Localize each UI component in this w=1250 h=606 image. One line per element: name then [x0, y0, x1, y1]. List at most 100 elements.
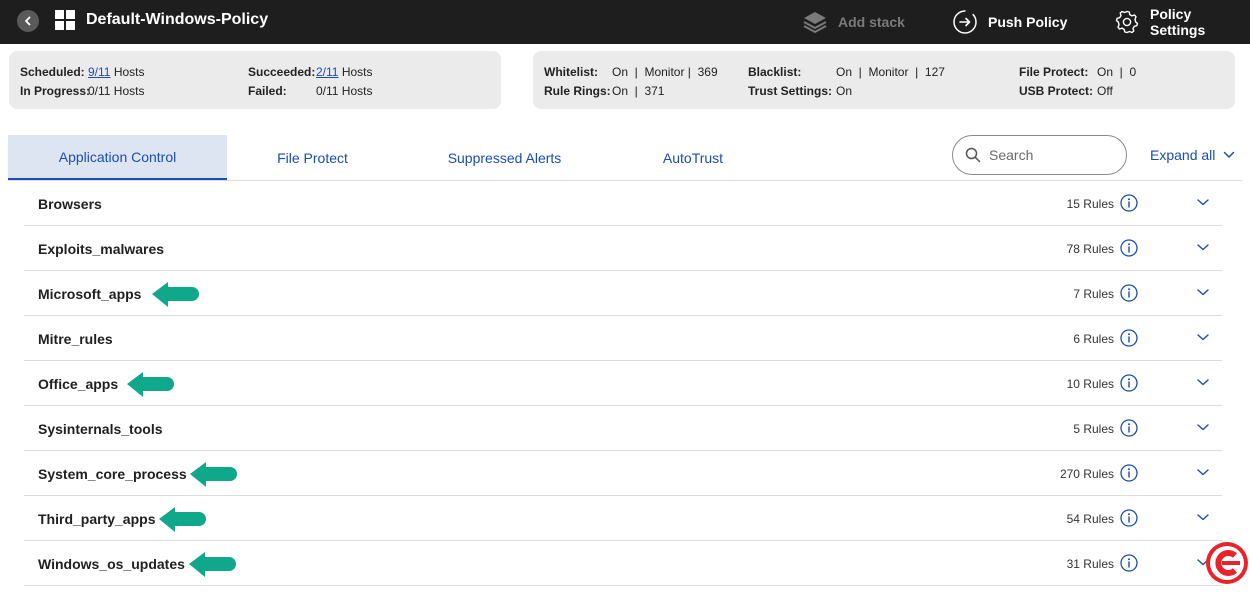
highlight-arrow-icon	[189, 552, 236, 577]
rule-group-name: Third_party_apps	[38, 511, 156, 527]
chevron-down-icon[interactable]	[1196, 422, 1210, 432]
rule-count: 54 Rules	[1066, 512, 1114, 526]
push-arrow-icon	[952, 9, 978, 35]
info-icon[interactable]	[1120, 374, 1138, 392]
chevron-down-icon[interactable]	[1196, 512, 1210, 522]
chevron-down-icon[interactable]	[1196, 377, 1210, 387]
usb-protect-label: USB Protect:	[1019, 84, 1094, 98]
whitelist-value: On | Monitor | 369	[612, 65, 718, 79]
scheduled-hosts-link[interactable]: 9/11	[88, 65, 110, 79]
highlight-arrow-icon	[152, 282, 199, 307]
search-box[interactable]	[952, 135, 1127, 175]
gear-icon	[1114, 9, 1140, 35]
back-button[interactable]	[17, 10, 39, 32]
info-icon[interactable]	[1120, 194, 1138, 212]
rule-count: 7 Rules	[1073, 287, 1114, 301]
file-protect-value: On | 0	[1097, 65, 1137, 79]
page-title: Default-Windows-Policy	[86, 11, 269, 28]
blacklist-value: On | Monitor | 127	[836, 65, 945, 79]
file-protect-label: File Protect:	[1019, 65, 1089, 79]
tab-autotrust[interactable]: AutoTrust	[611, 135, 775, 180]
add-stack-label: Add stack	[838, 14, 905, 30]
rule-group-name: Windows_os_updates	[38, 556, 185, 572]
rule-group-name: Sysinternals_tools	[38, 421, 163, 437]
chevron-left-icon	[25, 16, 31, 26]
failed-label: Failed:	[248, 84, 287, 98]
rule-group-windows-os-updates[interactable]: Windows_os_updates 31 Rules	[24, 541, 1222, 586]
chevron-down-icon[interactable]	[1196, 467, 1210, 477]
rule-count: 270 Rules	[1059, 467, 1114, 481]
rule-count: 78 Rules	[1066, 242, 1114, 256]
expand-all-label: Expand all	[1150, 147, 1216, 163]
chevron-down-icon[interactable]	[1196, 287, 1210, 297]
rule-group-browsers[interactable]: Browsers 15 Rules	[24, 181, 1222, 226]
scheduled-label: Scheduled:	[20, 65, 85, 79]
deployment-status-panel: Scheduled: 9/11 Hosts In Progress: 0/11 …	[9, 51, 501, 109]
rule-rings-value: On | 371	[612, 84, 665, 98]
chevron-down-icon[interactable]	[1196, 197, 1210, 207]
scheduled-suffix: Hosts	[113, 65, 145, 79]
rule-group-name: Office_apps	[38, 376, 119, 392]
search-icon	[965, 147, 981, 163]
info-icon[interactable]	[1120, 509, 1138, 527]
add-stack-button[interactable]: Add stack	[802, 0, 905, 44]
highlight-arrow-icon	[127, 372, 174, 397]
rule-group-mitre-rules[interactable]: Mitre_rules 6 Rules	[24, 316, 1222, 361]
blacklist-label: Blacklist:	[748, 65, 802, 79]
rule-group-name: Browsers	[38, 196, 102, 212]
trust-settings-value: On	[836, 84, 853, 98]
succeeded-suffix: Hosts	[341, 65, 373, 79]
rule-count: 5 Rules	[1073, 422, 1114, 436]
rule-group-sysinternals-tools[interactable]: Sysinternals_tools 5 Rules	[24, 406, 1222, 451]
rule-group-name: System_core_process	[38, 466, 187, 482]
rule-count: 10 Rules	[1066, 377, 1114, 391]
windows-logo-icon	[55, 10, 75, 30]
succeeded-value: 2/11 Hosts	[316, 65, 373, 79]
policy-settings-label: Policy Settings	[1150, 6, 1206, 38]
tab-suppressed-alerts[interactable]: Suppressed Alerts	[398, 135, 611, 180]
info-icon[interactable]	[1120, 239, 1138, 257]
rule-group-microsoft-apps[interactable]: Microsoft_apps 7 Rules	[24, 271, 1222, 316]
info-icon[interactable]	[1120, 554, 1138, 572]
tab-file-protect[interactable]: File Protect	[227, 135, 398, 180]
stack-icon	[802, 10, 828, 34]
scheduled-value: 9/11 Hosts	[88, 65, 145, 79]
rule-group-name: Exploits_malwares	[38, 241, 165, 257]
push-policy-label: Push Policy	[988, 14, 1068, 30]
rule-group-name: Microsoft_apps	[38, 286, 142, 302]
whitelist-label: Whitelist:	[544, 65, 598, 79]
rule-count: 15 Rules	[1066, 197, 1114, 211]
succeeded-label: Succeeded:	[248, 65, 316, 79]
rule-group-list: Browsers 15 Rules Exploits_malwares 78 R…	[24, 181, 1222, 586]
info-icon[interactable]	[1120, 329, 1138, 347]
highlight-arrow-icon	[190, 462, 237, 487]
rule-group-system-core-process[interactable]: System_core_process 270 Rules	[24, 451, 1222, 496]
brand-logo-icon	[1206, 542, 1248, 584]
rule-group-office-apps[interactable]: Office_apps 10 Rules	[24, 361, 1222, 406]
in-progress-label: In Progress:	[20, 84, 91, 98]
usb-protect-value: Off	[1097, 84, 1113, 98]
trust-settings-label: Trust Settings:	[748, 84, 833, 98]
push-policy-button[interactable]: Push Policy	[952, 0, 1067, 44]
info-icon[interactable]	[1120, 284, 1138, 302]
chevron-down-icon[interactable]	[1196, 242, 1210, 252]
policy-settings-button[interactable]: Policy Settings	[1114, 0, 1250, 44]
expand-all-button[interactable]: Expand all	[1150, 147, 1235, 163]
chevron-down-icon[interactable]	[1196, 332, 1210, 342]
rule-group-exploits-malwares[interactable]: Exploits_malwares 78 Rules	[24, 226, 1222, 271]
failed-value: 0/11 Hosts	[316, 84, 373, 98]
info-icon[interactable]	[1120, 464, 1138, 482]
highlight-arrow-icon	[159, 507, 206, 532]
search-input[interactable]	[989, 147, 1109, 163]
rule-group-name: Mitre_rules	[38, 331, 113, 347]
rule-group-third-party-apps[interactable]: Third_party_apps 54 Rules	[24, 496, 1222, 541]
rule-rings-label: Rule Rings:	[544, 84, 611, 98]
info-icon[interactable]	[1120, 419, 1138, 437]
succeeded-hosts-link[interactable]: 2/11	[316, 65, 338, 79]
protection-status-panel: Whitelist: On | Monitor | 369 Rule Rings…	[533, 51, 1235, 109]
top-bar: Default-Windows-Policy Add stack Push Po…	[0, 0, 1250, 44]
rule-count: 6 Rules	[1073, 332, 1114, 346]
rule-count: 31 Rules	[1066, 557, 1114, 571]
tab-application-control[interactable]: Application Control	[8, 135, 227, 180]
in-progress-value: 0/11 Hosts	[88, 84, 145, 98]
